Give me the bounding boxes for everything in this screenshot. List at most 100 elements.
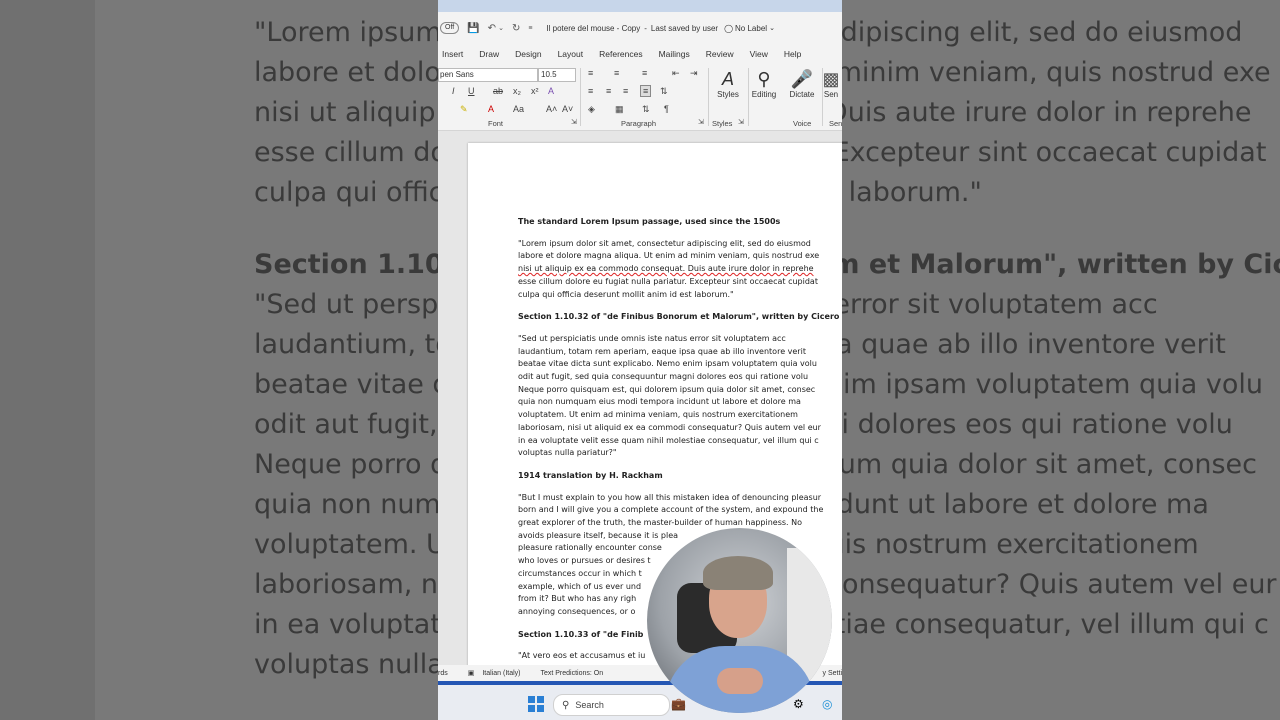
text-line: labore et dolore magna aliqua. Ut enim a… (518, 251, 820, 261)
font-name-select[interactable]: pen Sans (438, 68, 538, 82)
tab-help[interactable]: Help (784, 49, 801, 59)
text-line: in ea voluptate velit esse quam nihil mo… (518, 435, 819, 445)
windows-start-icon[interactable] (528, 696, 544, 712)
autosave-toggle[interactable]: Off (440, 22, 460, 34)
heading-standard-passage: The standard Lorem Ipsum passage, used s… (518, 217, 781, 226)
voice-group-label: Voice (793, 119, 812, 128)
sensitivity-icon: ▩ (822, 69, 840, 89)
subscript-icon[interactable]: x₂ (513, 86, 521, 96)
text-line: "Lorem ipsum dolor sit amet, consectetur… (518, 238, 811, 248)
heading-1914-translation: 1914 translation by H. Rackham (518, 470, 663, 480)
document-title[interactable]: Il potere del mouse - Copy (546, 24, 640, 33)
show-formatting-icon[interactable]: ¶ (664, 104, 669, 114)
font-color-icon[interactable]: A (488, 104, 494, 114)
webcam-person-hands (717, 668, 763, 694)
strikethrough-icon[interactable]: ab (493, 86, 503, 96)
sensitivity-button[interactable]: ▩ Sen (816, 68, 842, 99)
text-line: born and I will give you a complete acco… (518, 505, 824, 515)
styles-button-label: Styles (717, 90, 739, 99)
highlight-icon[interactable]: ✎ (460, 104, 468, 115)
title-bar: Off 💾 ↶ ⌄ ↻ ≡ Il potere del mouse - Copy… (438, 12, 842, 44)
sensitivity-label[interactable]: ◯ No Label ⌄ (724, 24, 775, 33)
paragraph-lorem: "Lorem ipsum dolor sit amet, consectetur… (518, 238, 842, 302)
change-case-icon[interactable]: Aa (513, 104, 524, 114)
tab-draw[interactable]: Draw (479, 49, 499, 59)
line-spacing-icon[interactable]: ⇅ (660, 86, 668, 97)
ribbon: pen Sans 10.5 I U ab x₂ x² A ✎ A Aa A˄ A… (438, 64, 842, 131)
editing-button-label: Editing (751, 90, 777, 99)
align-center-icon[interactable]: ≡ (606, 86, 611, 96)
text-line: quia non numquam eius modi tempora incid… (518, 397, 801, 407)
customize-toolbar-icon[interactable]: ≡ (528, 25, 532, 32)
save-icon[interactable]: 💾 (467, 23, 479, 34)
tab-references[interactable]: References (599, 49, 642, 59)
font-dialog-launcher-icon[interactable]: ⇲ (571, 118, 577, 126)
grow-font-icon[interactable]: A˄ (546, 104, 557, 114)
redo-icon[interactable]: ↻ (512, 23, 520, 34)
undo-icon[interactable]: ↶ (488, 23, 496, 34)
heading-section-1-10-32: Section 1.10.32 of "de Finibus Bonorum e… (518, 312, 840, 322)
window-top-strip (438, 0, 842, 12)
align-left-icon[interactable]: ≡ (588, 86, 593, 96)
text-line: "But I must explain to you how all this … (518, 492, 822, 502)
sensitivity-button-label: Sen (823, 90, 839, 99)
ribbon-separator (580, 68, 581, 126)
multilevel-list-icon[interactable]: ≡ (642, 68, 647, 78)
word-count[interactable]: rds (438, 670, 448, 677)
saved-status: Last saved by user (650, 23, 719, 33)
sort-icon[interactable]: ⇅ (642, 104, 650, 115)
editing-button[interactable]: ⚲ Editing (744, 68, 784, 99)
webcam-person-hair (703, 556, 773, 590)
ribbon-tabs: Insert Draw Design Layout References Mai… (438, 44, 842, 64)
borders-icon[interactable]: ▦ (615, 104, 624, 115)
text-line: avoids pleasure itself, because it is pl… (518, 530, 679, 540)
numbering-icon[interactable]: ≡ (614, 68, 619, 78)
text-line: esse cillum dolore eu fugiat nulla paria… (518, 276, 818, 286)
font-group-label: Font (488, 119, 504, 128)
text-predictions-status[interactable]: Text Predictions: On (540, 670, 603, 677)
sensitivity-label-text: No Label (735, 23, 768, 33)
tab-mailings[interactable]: Mailings (659, 49, 690, 59)
chevron-down-icon[interactable]: ⌄ (498, 24, 504, 32)
taskbar-search-label: Search (575, 700, 604, 710)
italic-icon[interactable]: I (452, 86, 455, 96)
language-indicator[interactable]: Italian (Italy) (482, 670, 520, 677)
styles-group-label: Styles (712, 119, 733, 128)
align-right-icon[interactable]: ≡ (623, 86, 628, 96)
superscript-icon[interactable]: x² (531, 86, 539, 96)
styles-dialog-launcher-icon[interactable]: ⇲ (738, 118, 744, 126)
paragraph-group-label: Paragraph (621, 119, 657, 128)
bullets-icon[interactable]: ≡ (588, 68, 593, 78)
increase-indent-icon[interactable]: ⇥ (690, 68, 698, 79)
styles-icon: A (721, 69, 734, 89)
shading-icon[interactable]: ◈ (588, 104, 595, 115)
chevron-down-icon: ⌄ (769, 25, 775, 32)
text-line: laboriosam, nisi ut aliquid ex ea commod… (518, 422, 821, 432)
text-line: "Sed ut perspiciatis unde omnis iste nat… (518, 333, 786, 343)
tab-view[interactable]: View (750, 49, 768, 59)
text-line: culpa qui officia deserunt mollit anim i… (518, 289, 734, 299)
proofing-icon[interactable]: ▣ (468, 669, 475, 677)
text-line: nisi ut aliquip ex ea commodo consequat.… (518, 264, 814, 274)
tab-review[interactable]: Review (706, 49, 734, 59)
text-line: beatae vitae dicta sunt explicabo. Nemo … (518, 359, 817, 369)
shield-icon: ◯ (724, 23, 734, 33)
paragraph-dialog-launcher-icon[interactable]: ⇲ (698, 118, 704, 126)
text-line: great explorer of the truth, the master-… (518, 518, 803, 528)
text-line: odit aut fugit, sed quia consequuntur ma… (518, 372, 809, 382)
webcam-overlay (647, 528, 832, 713)
taskbar-search-box[interactable]: ⚲ Search (553, 694, 670, 716)
tab-design[interactable]: Design (515, 49, 541, 59)
magnifier-icon: ⚲ (757, 69, 771, 89)
justify-icon[interactable]: ≡ (640, 85, 652, 97)
text-effects-icon[interactable]: A (548, 86, 554, 96)
styles-button[interactable]: A Styles (708, 68, 748, 99)
font-size-select[interactable]: 10.5 (538, 68, 576, 82)
text-line: voluptatem. Ut enim ad minima veniam, qu… (518, 410, 798, 420)
tab-layout[interactable]: Layout (558, 49, 584, 59)
shrink-font-icon[interactable]: A˅ (562, 104, 573, 114)
paragraph-sed-ut: "Sed ut perspiciatis unde omnis iste nat… (518, 333, 842, 460)
tab-insert[interactable]: Insert (442, 49, 463, 59)
decrease-indent-icon[interactable]: ⇤ (672, 68, 680, 79)
underline-icon[interactable]: U (468, 86, 475, 96)
